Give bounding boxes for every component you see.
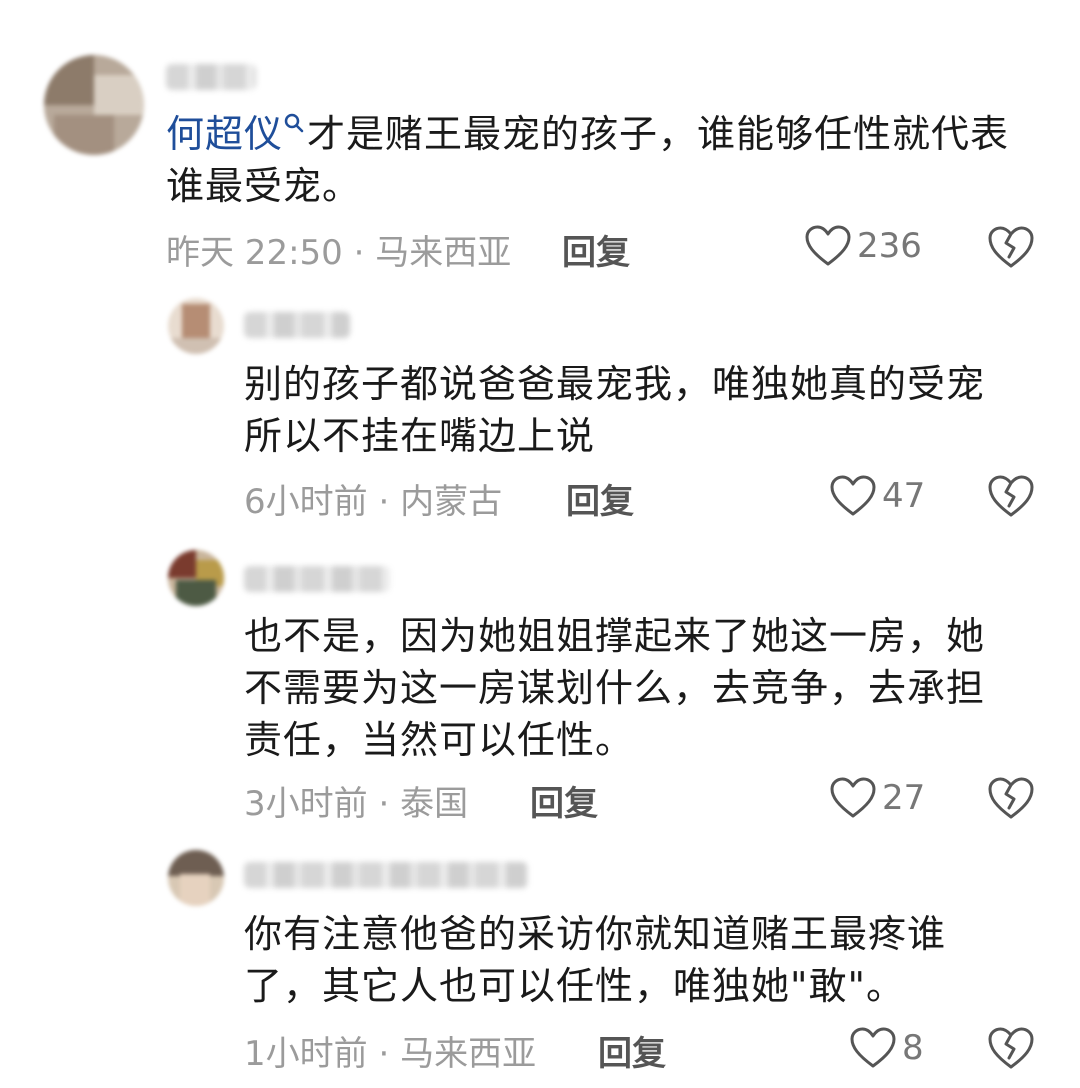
reply-item: 你有注意他爸的采访你就知道赌王最疼谁了，其它人也可以任性，唯独她"敢"。 1小时… xyxy=(0,840,1080,1088)
comment-location: 泰国 xyxy=(400,784,469,824)
comment-meta: 3小时前 · 泰国 xyxy=(244,784,469,824)
comment-time: 昨天 22:50 xyxy=(166,233,343,273)
comment-time: 1小时前 xyxy=(244,1034,368,1074)
heart-outline-icon xyxy=(805,225,851,266)
broken-heart-icon[interactable] xyxy=(988,473,1034,519)
heart-outline-icon xyxy=(850,1027,896,1068)
reply-button[interactable]: 回复 xyxy=(566,474,634,523)
reply-item: 也不是，因为她姐姐撑起来了她这一房，她不需要为这一房谋划什么，去竞争，去承担责任… xyxy=(0,540,1080,840)
broken-heart-icon[interactable] xyxy=(988,775,1034,821)
reply-item: 别的孩子都说爸爸最宠我，唯独她真的受宠所以不挂在嘴边上说 6小时前 · 内蒙古 … xyxy=(0,290,1080,540)
broken-heart-icon[interactable] xyxy=(988,224,1034,270)
heart-outline-icon xyxy=(830,475,876,516)
avatar[interactable] xyxy=(168,850,224,906)
like-count: 236 xyxy=(857,226,922,266)
comment-location: 马来西亚 xyxy=(400,1034,537,1074)
search-icon xyxy=(284,113,304,133)
reply-button[interactable]: 回复 xyxy=(530,776,598,825)
comment-time: 3小时前 xyxy=(244,784,368,824)
comment-text: 别的孩子都说爸爸最宠我，唯独她真的受宠所以不挂在嘴边上说 xyxy=(244,362,986,458)
avatar[interactable] xyxy=(168,298,224,354)
like-button[interactable]: 27 xyxy=(830,773,925,823)
comment-text: 你有注意他爸的采访你就知道赌王最疼谁了，其它人也可以任性，唯独她"敢"。 xyxy=(244,912,947,1008)
reply-button[interactable]: 回复 xyxy=(598,1026,666,1075)
username-blurred[interactable] xyxy=(244,566,390,592)
mention-link[interactable]: 何超仪 xyxy=(166,112,307,156)
comment-time: 6小时前 xyxy=(244,482,368,522)
comment-location: 内蒙古 xyxy=(400,482,503,522)
comment-item: 何超仪 才是赌王最宠的孩子，谁能够任性就代表谁最受宠。 昨天 22:50 · 马来… xyxy=(0,0,1080,290)
like-button[interactable]: 236 xyxy=(805,221,922,271)
comment-text: 何超仪 才是赌王最宠的孩子，谁能够任性就代表谁最受宠。 xyxy=(166,112,1010,208)
username-blurred[interactable] xyxy=(166,64,256,90)
comment-meta: 1小时前 · 马来西亚 xyxy=(244,1034,537,1074)
avatar[interactable] xyxy=(44,55,144,155)
comment-location: 马来西亚 xyxy=(375,233,512,273)
like-button[interactable]: 8 xyxy=(850,1023,924,1073)
like-count: 27 xyxy=(882,778,926,818)
username-blurred[interactable] xyxy=(244,312,350,338)
comment-meta: 6小时前 · 内蒙古 xyxy=(244,482,503,522)
reply-button[interactable]: 回复 xyxy=(562,225,630,274)
like-count: 8 xyxy=(902,1028,924,1068)
avatar[interactable] xyxy=(168,550,224,606)
like-button[interactable]: 47 xyxy=(830,471,925,521)
comment-meta: 昨天 22:50 · 马来西亚 xyxy=(166,233,512,273)
heart-outline-icon xyxy=(830,777,876,818)
broken-heart-icon[interactable] xyxy=(988,1025,1034,1071)
like-count: 47 xyxy=(882,476,926,516)
username-blurred[interactable] xyxy=(244,862,528,888)
comment-text: 也不是，因为她姐姐撑起来了她这一房，她不需要为这一房谋划什么，去竞争，去承担责任… xyxy=(244,614,986,762)
